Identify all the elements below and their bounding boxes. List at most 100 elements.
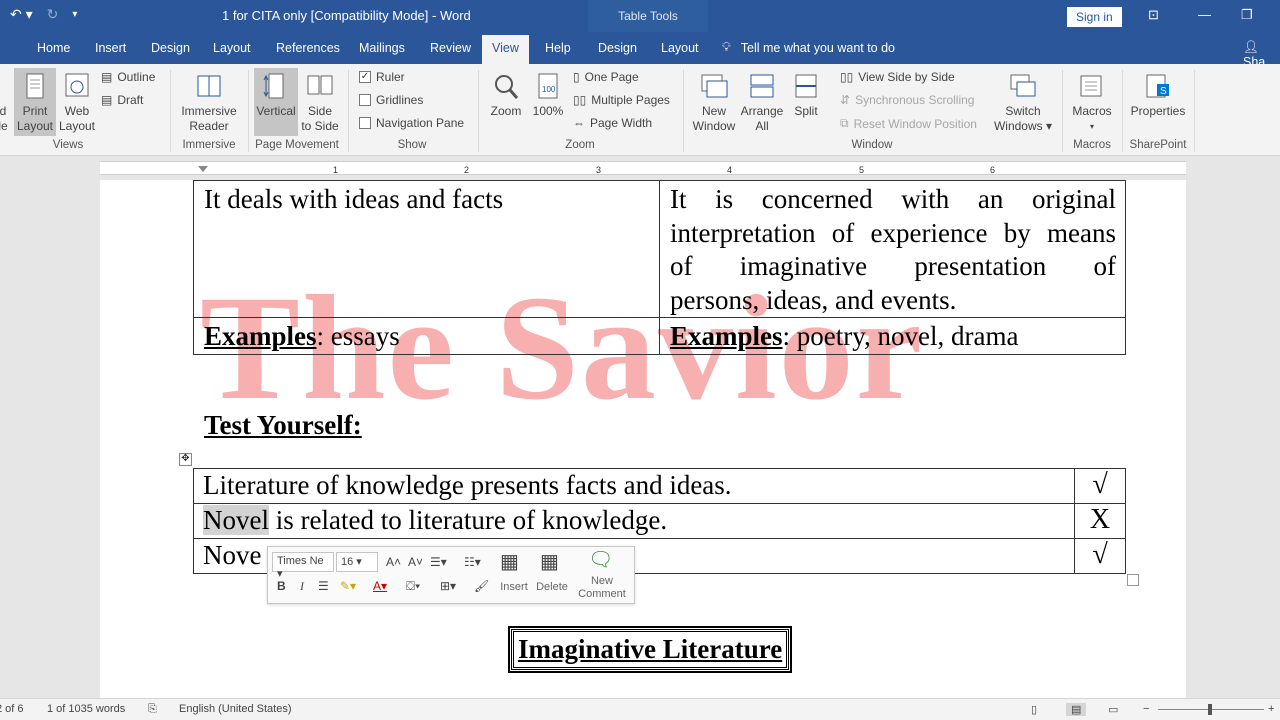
shrink-font-icon[interactable]: A˅ [408, 555, 423, 569]
table-cell[interactable]: Literature of knowledge presents facts a… [193, 468, 1075, 504]
ribbon-display-options-icon[interactable]: ⊡ [1148, 7, 1159, 23]
reset-position-icon: ⧉ [840, 116, 849, 130]
side-to-side-button[interactable]: Side to Side [300, 72, 340, 134]
document-page[interactable]: The Savior It deals with ideas and facts… [100, 180, 1186, 700]
comparison-table[interactable]: It deals with ideas and facts It is conc… [193, 180, 1126, 355]
table-cell[interactable]: Examples: poetry, novel, drama [659, 317, 1126, 355]
new-comment-button[interactable]: New Comment [576, 575, 628, 601]
tab-table-design[interactable]: Design [598, 41, 637, 55]
read-mode-label-2: le [0, 119, 8, 133]
font-name-combo[interactable]: Times Ne ▾ [272, 552, 334, 580]
redo-icon[interactable]: ↻ [47, 6, 59, 23]
customize-qat-icon[interactable]: ▾ [72, 9, 77, 20]
zoom-in-button[interactable]: + [1268, 703, 1274, 715]
draft-button[interactable]: ▤ Draft [101, 93, 143, 107]
status-bar: 2 of 6 1 of 1035 words ⎘ English (United… [0, 698, 1280, 720]
table-cell[interactable]: It is concerned with an original interpr… [659, 180, 1126, 318]
gridlines-checkbox[interactable]: Gridlines [359, 93, 423, 107]
cell-text: : essays [316, 321, 400, 351]
read-mode-button[interactable]: d le [0, 104, 10, 134]
grow-font-icon[interactable]: A˄ [386, 555, 401, 569]
read-mode-view-icon[interactable]: ▯ [1031, 703, 1037, 716]
indent-marker-icon[interactable] [198, 166, 208, 172]
bold-button[interactable]: B [277, 579, 286, 593]
table-insert-icon[interactable]: ▦ [500, 549, 519, 574]
tab-insert[interactable]: Insert [95, 41, 126, 55]
table-cell[interactable]: X [1074, 503, 1126, 539]
undo-icon[interactable]: ↶ ▾ [10, 6, 33, 23]
shading-icon[interactable]: ⛋▾ [406, 579, 420, 594]
arrange-all-label-1: Arrange [740, 104, 784, 118]
ruler-number: 4 [727, 165, 733, 175]
tab-help[interactable]: Help [545, 41, 571, 55]
table-delete-icon[interactable]: ▦ [540, 549, 559, 574]
vertical-button[interactable]: Vertical [254, 68, 298, 136]
minimize-icon[interactable]: — [1198, 7, 1211, 22]
highlight-icon[interactable]: ✎▾ [340, 579, 356, 593]
side-to-side-label-1: Side [307, 104, 333, 118]
web-layout-button[interactable]: Web Layout [56, 72, 98, 134]
tab-mailings[interactable]: Mailings [359, 41, 405, 55]
new-comment-icon[interactable]: 🗨︎ [588, 547, 613, 572]
tab-design[interactable]: Design [151, 41, 190, 55]
arrange-all-button[interactable]: Arrange All [738, 72, 786, 134]
delete-label[interactable]: Delete [534, 581, 570, 594]
word-count[interactable]: 1 of 1035 words [47, 703, 125, 715]
page-count[interactable]: 2 of 6 [0, 703, 24, 715]
tell-me-box[interactable]: 💡︎ Tell me what you want to do [722, 40, 895, 55]
font-color-icon[interactable]: A▾ [373, 579, 387, 593]
print-layout-button[interactable]: Print Layout [14, 68, 56, 136]
one-page-button[interactable]: ▯ One Page [573, 70, 639, 84]
borders-icon[interactable]: ⊞▾ [440, 579, 456, 593]
arrange-all-label-2: All [755, 119, 769, 133]
format-painter-icon[interactable]: 🖌︎ [474, 579, 489, 593]
zoom-out-button[interactable]: − [1143, 703, 1149, 715]
ribbon-tab-bar: Home Insert Design Layout References Mai… [0, 32, 1280, 69]
table-cell[interactable]: It deals with ideas and facts [193, 180, 660, 318]
new-window-button[interactable]: New Window [690, 72, 738, 134]
tab-file[interactable] [0, 41, 3, 55]
italic-button[interactable]: I [300, 579, 304, 594]
page-width-label: Page Width [590, 116, 653, 130]
table-move-handle-icon[interactable]: ✥ [179, 453, 192, 466]
multiple-pages-button[interactable]: ▯▯ Multiple Pages [573, 93, 670, 107]
bullets-icon[interactable]: ☰▾ [430, 555, 447, 569]
insert-label[interactable]: Insert [496, 581, 532, 594]
page-width-button[interactable]: ⇔ Page Width [573, 116, 652, 130]
zoom-100-button[interactable]: 100 100% [530, 72, 566, 119]
tab-home[interactable]: Home [37, 41, 70, 55]
tab-table-layout[interactable]: Layout [661, 41, 699, 55]
numbering-icon[interactable]: ☷▾ [464, 555, 481, 569]
restore-icon[interactable]: ❐ [1241, 7, 1253, 23]
ruler-number: 5 [859, 165, 865, 175]
navigation-pane-checkbox[interactable]: Navigation Pane [359, 116, 464, 130]
table-cell[interactable]: √ [1074, 468, 1126, 504]
zoom-button[interactable]: Zoom [486, 72, 526, 119]
macros-button[interactable]: Macros ▾ [1066, 72, 1118, 134]
tab-review[interactable]: Review [430, 41, 471, 55]
tab-view[interactable]: View [482, 35, 529, 64]
table-resize-handle[interactable] [1127, 574, 1139, 586]
web-layout-view-icon[interactable]: ▭ [1108, 703, 1118, 716]
print-layout-view-icon[interactable]: ▤ [1066, 703, 1087, 716]
language-indicator[interactable]: English (United States) [179, 703, 292, 715]
font-size-combo[interactable]: 16 ▾ [336, 552, 378, 572]
horizontal-ruler[interactable]: 1 2 3 4 5 6 [0, 156, 1280, 180]
new-window-label-1: New [701, 104, 726, 118]
outline-button[interactable]: ▤ Outline [101, 70, 155, 84]
table-cell[interactable]: Novel is related to literature of knowle… [193, 503, 1075, 539]
ruler-checkbox[interactable]: ✓ Ruler [359, 70, 405, 84]
proofing-icon[interactable]: ⎘ [148, 703, 157, 716]
properties-button[interactable]: S Properties [1126, 72, 1190, 119]
zoom-slider-thumb[interactable] [1208, 704, 1212, 715]
table-cell[interactable]: Examples: essays [193, 317, 660, 355]
tab-references[interactable]: References [276, 41, 340, 55]
split-button[interactable]: Split [788, 72, 824, 119]
immersive-reader-button[interactable]: Immersive Reader [178, 72, 240, 134]
sign-in-button[interactable]: Sign in [1067, 7, 1122, 27]
tab-layout[interactable]: Layout [213, 41, 251, 55]
table-cell[interactable]: √ [1074, 538, 1126, 574]
switch-windows-button[interactable]: Switch Windows ▾ [990, 72, 1056, 134]
align-center-icon[interactable]: ☰ [318, 579, 329, 593]
view-side-by-side-button[interactable]: ▯▯ View Side by Side [840, 70, 955, 84]
